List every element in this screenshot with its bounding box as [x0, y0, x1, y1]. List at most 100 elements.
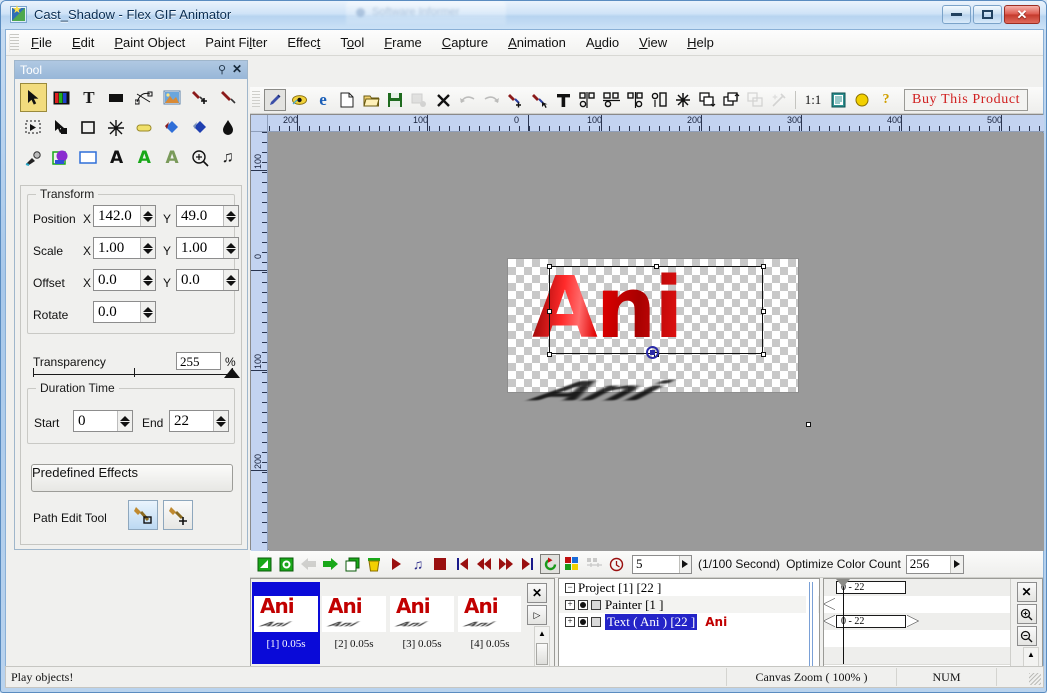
menu-file[interactable]: File: [21, 32, 62, 53]
first-frame-icon[interactable]: [452, 554, 472, 574]
optimize-icon[interactable]: [584, 554, 604, 574]
select-paint-object-icon[interactable]: [528, 89, 550, 111]
offset-y-spinner[interactable]: [176, 269, 239, 291]
previous-object-icon[interactable]: [298, 554, 318, 574]
gradient-fill-tool[interactable]: [187, 113, 214, 142]
offset-x-input[interactable]: [94, 271, 140, 290]
timeline-row-text-ani[interactable]: 0 - 22: [824, 613, 1011, 630]
frame-item-2[interactable]: Ani Ani [2] 0.05s: [320, 582, 388, 664]
delete-frame-icon[interactable]: [364, 554, 384, 574]
minimize-button[interactable]: [942, 5, 971, 24]
offset-y-input[interactable]: [177, 271, 223, 290]
color-count-dropdown-arrow[interactable]: [950, 556, 962, 573]
eyedropper-tool[interactable]: [20, 143, 47, 172]
rectangle-fill-tool[interactable]: [103, 83, 130, 112]
properties-icon[interactable]: [827, 89, 849, 111]
path-endpoint-handle[interactable]: [806, 422, 811, 427]
color-count-combo[interactable]: [906, 555, 964, 574]
textured-text-tool[interactable]: A: [159, 143, 186, 172]
frame-tool[interactable]: [76, 143, 103, 172]
position-y-stepper[interactable]: [223, 206, 238, 226]
position-y-spinner[interactable]: [176, 205, 239, 227]
menu-paint-object[interactable]: Paint Object: [104, 32, 195, 53]
offset-x-spinner[interactable]: [93, 269, 156, 291]
visibility-toggle-icon[interactable]: [578, 600, 588, 610]
pen-tool-icon[interactable]: [264, 89, 286, 111]
undo-icon[interactable]: [456, 89, 478, 111]
frame-delay-dropdown-arrow[interactable]: [679, 556, 691, 573]
menu-grip-handle[interactable]: [9, 34, 19, 52]
transparency-slider-track[interactable]: [33, 374, 233, 375]
playhead-knob[interactable]: [836, 579, 850, 587]
scroll-up-arrow[interactable]: ▲: [1024, 648, 1038, 661]
menu-paint-filter[interactable]: Paint Filter: [195, 32, 277, 53]
stop-icon[interactable]: [430, 554, 450, 574]
save-as-icon[interactable]: [408, 89, 430, 111]
zoom-tool[interactable]: [187, 143, 214, 172]
scale-x-input[interactable]: [94, 239, 140, 258]
color-channel-tool[interactable]: [48, 83, 75, 112]
zoom-in-icon[interactable]: [1017, 604, 1037, 624]
end-stepper[interactable]: [213, 411, 228, 431]
menu-help[interactable]: Help: [677, 32, 724, 53]
paint-tool[interactable]: [214, 83, 241, 112]
frame-item-1[interactable]: Ani Ani [1] 0.05s: [252, 582, 320, 664]
magic-wand-icon[interactable]: [768, 89, 790, 111]
close-button[interactable]: ✕: [1004, 5, 1040, 24]
center-anchor-icon[interactable]: [672, 89, 694, 111]
outline-text-tool[interactable]: A: [131, 143, 158, 172]
menu-capture[interactable]: Capture: [432, 32, 498, 53]
distribute-icon[interactable]: [648, 89, 670, 111]
timeline-bar-text-ani[interactable]: 0 - 22: [836, 615, 906, 628]
zoom-ratio-label[interactable]: 1:1: [801, 89, 825, 111]
zoom-out-icon[interactable]: [1017, 626, 1037, 646]
rewind-icon[interactable]: [474, 554, 494, 574]
rotate-spinner[interactable]: [93, 301, 156, 323]
transparency-value-box[interactable]: [176, 352, 221, 370]
scroll-up-arrow[interactable]: ▲: [535, 627, 549, 640]
rotation-center-handle[interactable]: [646, 346, 659, 359]
duplicate-frame-icon[interactable]: [276, 554, 296, 574]
path-edit-node-button[interactable]: [128, 500, 158, 530]
last-frame-icon[interactable]: [518, 554, 538, 574]
position-x-stepper[interactable]: [140, 206, 155, 226]
paint-bucket-tool[interactable]: [159, 113, 186, 142]
menu-edit[interactable]: Edit: [62, 32, 104, 53]
menu-tool[interactable]: Tool: [330, 32, 374, 53]
handle-top-center[interactable]: [654, 264, 659, 269]
timeline-marker-in[interactable]: [824, 615, 836, 627]
offset-y-stepper[interactable]: [223, 270, 238, 290]
end-input[interactable]: [170, 412, 213, 431]
scale-x-stepper[interactable]: [140, 238, 155, 258]
marquee-tool[interactable]: [20, 113, 47, 142]
timing-clock-icon[interactable]: [606, 554, 626, 574]
eye-icon[interactable]: [288, 89, 310, 111]
frame-delay-input[interactable]: [633, 555, 679, 573]
palette-icon[interactable]: [562, 554, 582, 574]
handle-top-right[interactable]: [761, 264, 766, 269]
magic-wand-tool[interactable]: [103, 113, 130, 142]
offset-x-stepper[interactable]: [140, 270, 155, 290]
pointer-tool[interactable]: [48, 113, 75, 142]
fast-forward-icon[interactable]: [496, 554, 516, 574]
pin-icon[interactable]: ⚲: [218, 63, 226, 76]
handle-bottom-right[interactable]: [761, 352, 766, 357]
delete-x-icon[interactable]: [432, 89, 454, 111]
copy-frame-icon[interactable]: [342, 554, 362, 574]
selection-bounding-box[interactable]: [549, 266, 763, 354]
align-right-icon[interactable]: [624, 89, 646, 111]
canvas-viewport[interactable]: Ani Ani: [269, 133, 1044, 551]
tree-row-painter[interactable]: + Painter [1 ]: [559, 596, 819, 613]
path-add-node-button[interactable]: [163, 500, 193, 530]
maximize-button[interactable]: [973, 5, 1002, 24]
artboard[interactable]: Ani Ani: [507, 258, 799, 393]
align-left-icon[interactable]: [576, 89, 598, 111]
scale-x-spinner[interactable]: [93, 237, 156, 259]
rotate-stepper[interactable]: [140, 302, 155, 322]
scroll-thumb[interactable]: [536, 643, 548, 665]
redo-icon[interactable]: [480, 89, 502, 111]
expand-toggle-icon[interactable]: +: [565, 600, 575, 610]
color-count-input[interactable]: [907, 555, 951, 573]
expand-toggle-icon[interactable]: +: [565, 617, 575, 627]
tree-row-text-ani[interactable]: + Text ( Ani ) [22 ] Ani: [559, 613, 819, 630]
